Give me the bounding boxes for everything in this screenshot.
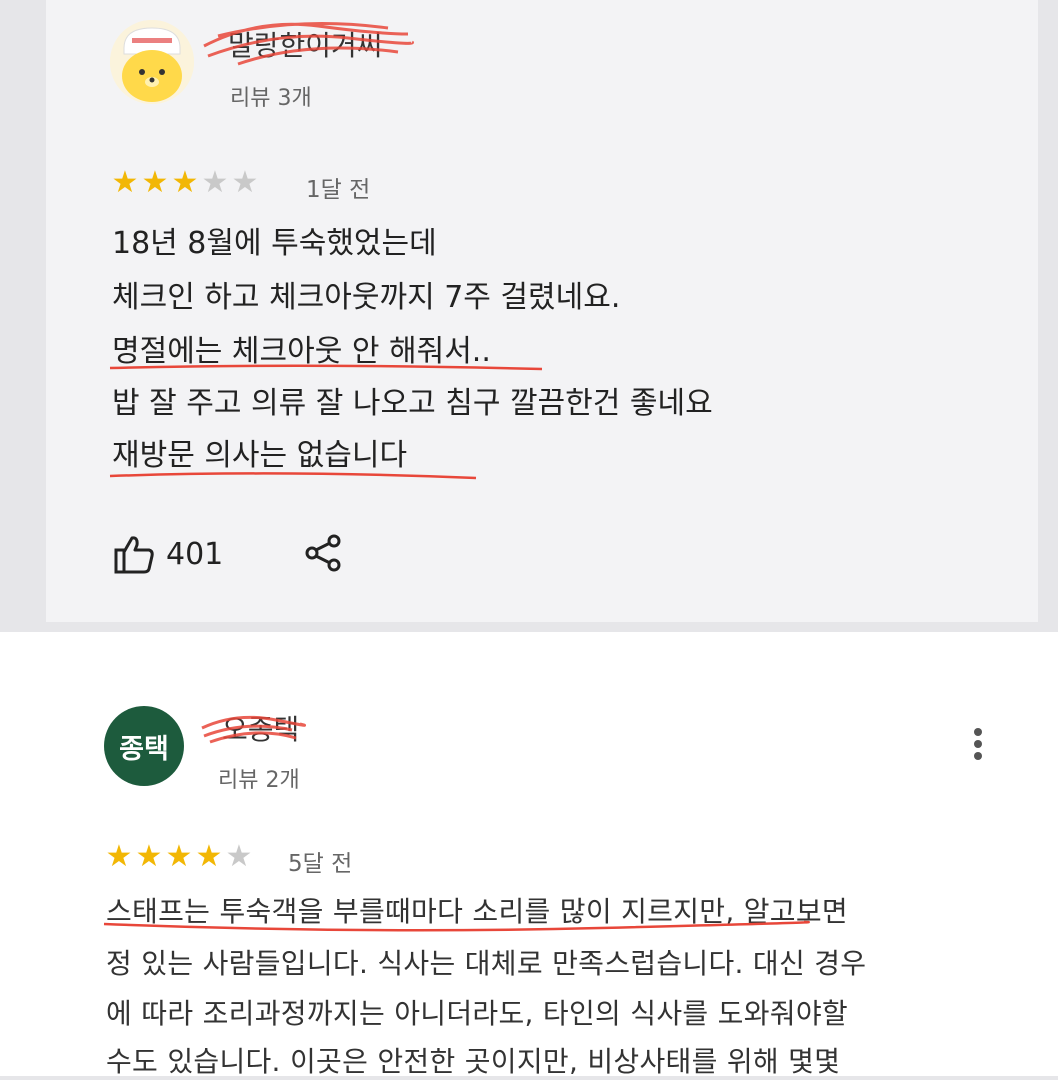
bear-chef-avatar-icon — [110, 20, 194, 104]
star-rating-1: ★ ★ ★ ★ ★ — [110, 168, 260, 198]
star-filled-icon: ★ — [135, 839, 163, 874]
review-text-line: 18년 8월에 투숙했었는데 — [112, 226, 437, 261]
star-filled-icon: ★ — [171, 165, 199, 200]
highlight-underline — [109, 472, 477, 480]
review-text-line: 에 따라 조리과정까지는 아니더라도, 타인의 식사를 도와줘야할 — [106, 997, 848, 1030]
star-filled-icon: ★ — [111, 165, 139, 200]
review-text-line: 정 있는 사람들입니다. 식사는 대체로 만족스럽습니다. 대신 경우 — [106, 947, 867, 980]
star-empty-icon: ★ — [225, 839, 253, 874]
highlight-underline — [109, 364, 543, 371]
star-filled-icon: ★ — [165, 839, 193, 874]
review-count-2: 리뷰 2개 — [218, 768, 300, 793]
redaction-scribble-1 — [203, 22, 414, 66]
star-filled-icon: ★ — [141, 165, 169, 200]
redaction-scribble-2 — [201, 715, 306, 744]
more-options-button[interactable] — [966, 726, 990, 770]
review-text-line: 체크인 하고 체크아웃까지 7주 걸렸네요. — [112, 280, 621, 315]
review-count-1: 리뷰 3개 — [230, 86, 312, 111]
star-empty-icon: ★ — [201, 165, 229, 200]
star-rating-2: ★ ★ ★ ★ ★ — [104, 842, 254, 872]
reviewer-avatar-2[interactable]: 종택 — [104, 706, 184, 786]
review-date-2: 5달 전 — [288, 851, 353, 877]
review-text-line: 밥 잘 주고 의류 잘 나오고 침구 깔끔한건 좋네요 — [112, 386, 713, 421]
share-button[interactable] — [304, 533, 344, 577]
star-filled-icon: ★ — [105, 839, 133, 874]
more-vert-icon — [974, 728, 982, 760]
review-text-line: 수도 있습니다. 이곳은 안전한 곳이지만, 비상사태를 위해 몇몇 — [106, 1045, 841, 1078]
reviewer-avatar-1[interactable] — [110, 20, 194, 104]
highlight-underline — [103, 920, 810, 932]
star-filled-icon: ★ — [195, 839, 223, 874]
thumbs-up-icon — [114, 536, 154, 574]
review-date-1: 1달 전 — [306, 177, 371, 203]
like-count: 401 — [166, 536, 224, 572]
share-icon — [305, 534, 341, 572]
star-empty-icon: ★ — [231, 165, 259, 200]
like-button[interactable]: 401 — [112, 532, 223, 576]
